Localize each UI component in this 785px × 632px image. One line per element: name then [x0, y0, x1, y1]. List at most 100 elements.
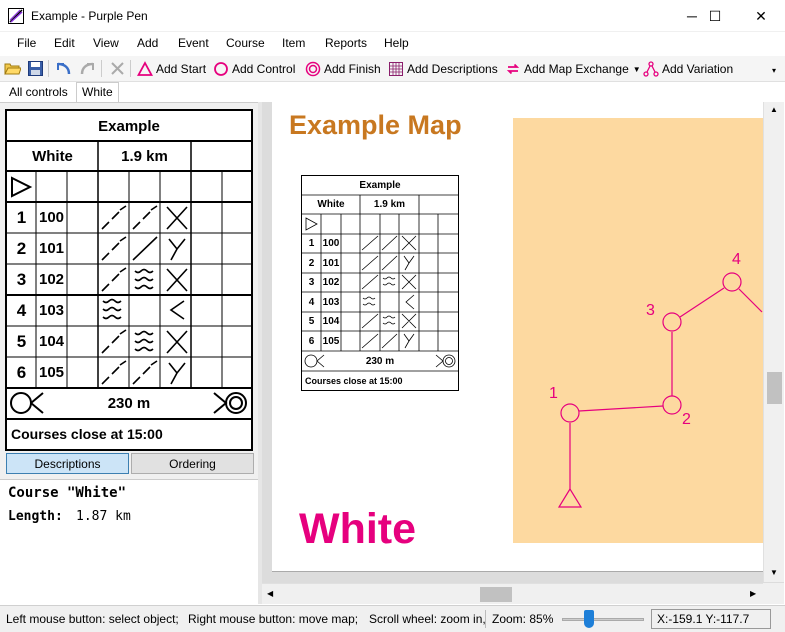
- start-triangle-icon: [557, 487, 583, 508]
- maximize-button[interactable]: ☐: [692, 0, 738, 32]
- toolbar-overflow-icon[interactable]: ▾: [772, 66, 776, 75]
- course-info-heading: Course "White": [8, 485, 127, 501]
- control-circle-2: [662, 395, 682, 415]
- control-circle-icon: [214, 62, 228, 76]
- toolbar-separator: [48, 60, 49, 77]
- ordering-button[interactable]: Ordering: [131, 453, 254, 474]
- menu-help[interactable]: Help: [384, 36, 409, 50]
- window-title: Example - Purple Pen: [31, 9, 148, 23]
- control-number-3: 3: [646, 302, 655, 319]
- menu-view[interactable]: View: [93, 36, 119, 50]
- zoom-slider-track: [562, 618, 644, 621]
- add-descriptions-label: Add Descriptions: [407, 62, 498, 76]
- finish-distance: 230 m: [107, 395, 151, 412]
- control-sequence: 5: [16, 331, 27, 351]
- length-label: Length:: [8, 509, 63, 524]
- add-start-button[interactable]: Add Start: [137, 60, 206, 78]
- save-icon[interactable]: [27, 60, 44, 77]
- add-control-button[interactable]: Add Control: [213, 60, 295, 78]
- variation-icon: [643, 61, 659, 77]
- zoom-label: Zoom: 85%: [492, 612, 554, 626]
- add-finish-button[interactable]: Add Finish: [305, 60, 381, 78]
- length-value: 1.87 km: [76, 509, 131, 524]
- add-variation-button[interactable]: Add Variation: [643, 60, 733, 78]
- scroll-corner: [763, 583, 784, 604]
- status-left-mouse: Left mouse button: select object;: [6, 612, 179, 626]
- menu-item[interactable]: Item: [282, 36, 305, 50]
- menu-course[interactable]: Course: [226, 36, 265, 50]
- map-view[interactable]: Example Map White Example White 1.9 km 1…: [262, 102, 784, 604]
- start-triangle-icon: [11, 176, 33, 198]
- menu-edit[interactable]: Edit: [54, 36, 75, 50]
- purple-pen-app-icon: [8, 8, 24, 24]
- add-map-exchange-button[interactable]: Add Map Exchange ▼: [505, 60, 641, 78]
- tab-white[interactable]: White: [76, 82, 119, 103]
- status-scroll-wheel: Scroll wheel: zoom in,: [369, 612, 486, 626]
- toolbar: Add Start Add Control Add Finish Add Des…: [0, 56, 785, 82]
- dropdown-arrow-icon[interactable]: ▼: [633, 65, 641, 74]
- zoom-slider[interactable]: [562, 610, 644, 628]
- menu-add[interactable]: Add: [137, 36, 158, 50]
- close-icon: ✕: [755, 7, 767, 24]
- menu-file[interactable]: File: [17, 36, 36, 50]
- control-number-1: 1: [549, 385, 558, 402]
- course-length: 1.9 km: [121, 147, 168, 165]
- control-circle-1: [560, 403, 580, 423]
- scroll-left-icon[interactable]: ◀: [267, 589, 273, 598]
- menu-reports[interactable]: Reports: [325, 36, 367, 50]
- coordinates-display: X:-159.1 Y:-117.7: [651, 609, 771, 629]
- toolbar-separator: [130, 60, 131, 77]
- control-code: 103: [38, 302, 65, 319]
- status-separator: [485, 610, 486, 628]
- add-start-label: Add Start: [156, 62, 207, 76]
- control-number-2: 2: [682, 411, 691, 428]
- tab-all-controls[interactable]: All controls: [4, 83, 73, 103]
- course-info-panel: Course "White" Length: 1.87 km: [0, 479, 260, 605]
- menu-event[interactable]: Event: [178, 36, 209, 50]
- map-exchange-icon: [506, 63, 520, 75]
- delete-icon[interactable]: [109, 60, 126, 77]
- close-button[interactable]: ✕: [738, 0, 784, 32]
- description-sheet[interactable]: Example White 1.9 km 1 100 2 101 3 102 4…: [5, 109, 253, 451]
- horizontal-scrollbar[interactable]: ◀ ▶: [262, 583, 763, 604]
- control-sequence: 6: [16, 362, 27, 382]
- menu-bar: File Edit View Add Event Course Item Rep…: [0, 32, 785, 54]
- control-circle-3: [662, 312, 682, 332]
- control-number-4: 4: [732, 251, 741, 268]
- control-sequence: 4: [16, 300, 27, 320]
- courses-close-note: Courses close at 15:00: [11, 426, 163, 442]
- maximize-icon: ☐: [708, 7, 722, 24]
- descriptions-button[interactable]: Descriptions: [6, 453, 129, 474]
- vertical-scroll-thumb[interactable]: [767, 372, 782, 404]
- finish-left-icon: [10, 392, 44, 414]
- add-finish-label: Add Finish: [324, 62, 381, 76]
- control-code: 101: [38, 240, 65, 257]
- undo-icon[interactable]: [55, 60, 72, 77]
- left-panel: Example White 1.9 km 1 100 2 101 3 102 4…: [0, 102, 260, 605]
- control-code: 102: [38, 271, 65, 288]
- add-map-exchange-label: Add Map Exchange: [524, 62, 629, 76]
- vertical-scrollbar[interactable]: ▲ ▼: [763, 102, 784, 582]
- control-sequence: 2: [16, 238, 27, 258]
- event-title: Example: [98, 117, 160, 135]
- scroll-up-icon[interactable]: ▲: [770, 105, 778, 114]
- redo-icon[interactable]: [79, 60, 96, 77]
- add-variation-label: Add Variation: [662, 62, 734, 76]
- title-bar: Example - Purple Pen ─ ☐ ✕: [0, 0, 785, 32]
- control-sequence: 3: [16, 269, 27, 289]
- horizontal-scroll-thumb[interactable]: [480, 587, 512, 602]
- start-triangle-icon: [137, 61, 153, 76]
- control-code: 100: [38, 209, 65, 226]
- course-overlay: [557, 272, 763, 508]
- zoom-slider-thumb[interactable]: [584, 610, 594, 628]
- scroll-down-icon[interactable]: ▼: [770, 568, 778, 577]
- control-sequence: 1: [16, 207, 27, 227]
- finish-right-icon: [213, 392, 247, 414]
- open-folder-icon[interactable]: [4, 60, 21, 77]
- description-grid-icon: [389, 62, 403, 76]
- course-tabs: All controls White: [0, 82, 260, 103]
- control-code: 104: [38, 333, 65, 350]
- finish-circle-icon: [305, 61, 321, 77]
- scroll-right-icon[interactable]: ▶: [750, 589, 756, 598]
- add-descriptions-button[interactable]: Add Descriptions: [388, 60, 498, 78]
